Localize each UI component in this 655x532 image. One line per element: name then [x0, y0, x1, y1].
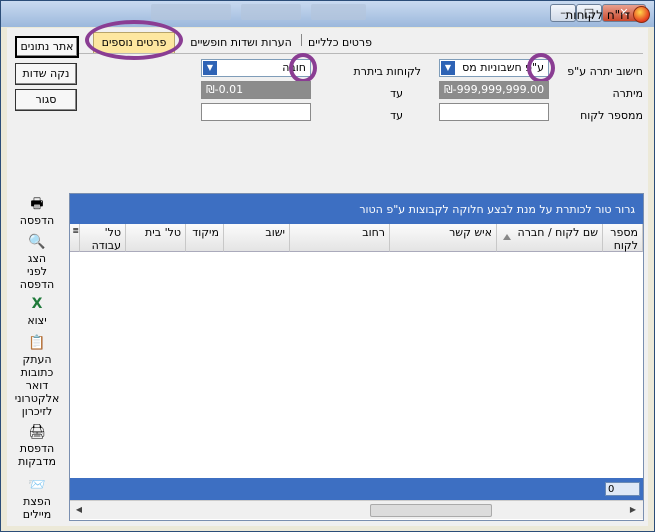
col-label: ישוב	[265, 226, 285, 239]
title-bar: – □ ✕ דו"ח לקוחות	[1, 1, 654, 27]
print-labels-label: הדפסת מדבקות	[18, 442, 56, 468]
to-client-input[interactable]	[201, 103, 311, 121]
send-mail-label: הפצת מיילים	[22, 495, 52, 521]
tab-separator	[301, 34, 302, 46]
excel-icon: X	[31, 296, 43, 312]
grid-body[interactable]	[70, 252, 643, 478]
report-window: – □ ✕ דו"ח לקוחות פרטים כלליים הערות ושד…	[0, 0, 655, 532]
highlight-circle	[85, 20, 183, 60]
results-grid: גרור טור לכותרת על מנת לבצע חלוקה לקבוצו…	[69, 193, 644, 521]
to-balance-field[interactable]: ₪-0.01	[201, 81, 311, 99]
close-dialog-button[interactable]: סגור	[15, 89, 77, 111]
mail-send-icon: 📨	[28, 477, 46, 493]
export-tool[interactable]: X יצוא	[7, 296, 67, 327]
main-area: פרטים כלליים הערות ושדות חופשיים פרטים נ…	[7, 20, 648, 526]
col-work-phone[interactable]: טל' עבודה	[80, 224, 126, 252]
horizontal-scrollbar[interactable]: ◀ ▶	[70, 500, 643, 519]
background-tab	[151, 4, 231, 20]
summary-bar	[70, 478, 643, 500]
scroll-thumb[interactable]	[370, 504, 492, 517]
tab-notes[interactable]: הערות ושדות חופשיים	[183, 33, 299, 53]
from-client-input[interactable]	[439, 103, 549, 121]
fetch-data-button[interactable]: אתר נתונים	[15, 36, 79, 58]
print-tool[interactable]: 🖶 הדפסה	[7, 196, 67, 227]
col-label: טל' עבודה	[91, 226, 121, 252]
scroll-right-icon[interactable]: ▶	[626, 503, 640, 517]
window-title: דו"ח לקוחות	[565, 8, 630, 22]
col-city[interactable]: ישוב	[224, 224, 290, 252]
app-icon	[633, 6, 650, 23]
to-balance-value: ₪-0.01	[206, 83, 244, 96]
from-balance-label: מיתרה	[612, 87, 643, 100]
copy-email-icon: 📋	[28, 335, 46, 351]
col-client-name[interactable]: שם לקוח / חברה	[497, 224, 603, 252]
sort-icon	[503, 234, 511, 240]
export-label: יצוא	[27, 314, 47, 327]
from-balance-field[interactable]: ₪-999,999,999.00	[439, 81, 549, 99]
col-label: מספר לקוח	[610, 226, 638, 252]
tab-general[interactable]: פרטים כלליים	[305, 33, 375, 53]
column-chooser[interactable]: ≣	[70, 224, 80, 252]
copy-email-label: העתק כתובות דואר אלקטרוני לזיכרון	[14, 353, 60, 418]
to-client-label: עד	[390, 109, 403, 122]
background-tab	[311, 4, 366, 20]
printer-icon: 🖶	[30, 196, 44, 212]
col-label: טל' בית	[145, 226, 181, 239]
col-label: איש קשר	[449, 226, 492, 239]
label-printer-icon: 🖨	[28, 424, 46, 440]
from-client-label: ממספר לקוח	[580, 109, 643, 122]
to-balance-label: עד	[390, 87, 403, 100]
record-count: 0	[605, 482, 640, 496]
chevron-down-icon[interactable]: ▼	[203, 61, 217, 75]
col-client-number[interactable]: מספר לקוח	[603, 224, 643, 252]
col-street[interactable]: רחוב	[290, 224, 390, 252]
group-by-bar[interactable]: גרור טור לכותרת על מנת לבצע חלוקה לקבוצו…	[70, 194, 643, 225]
preview-icon: 🔍	[28, 234, 46, 250]
chevron-down-icon[interactable]: ▼	[441, 61, 455, 75]
scroll-left-icon[interactable]: ◀	[72, 503, 86, 517]
col-label: רחוב	[362, 226, 385, 239]
background-tab	[241, 4, 301, 20]
col-label: מיקוד	[192, 226, 219, 239]
col-home-phone[interactable]: טל' בית	[126, 224, 186, 252]
from-balance-value: ₪-999,999,999.00	[444, 83, 545, 96]
preview-tool[interactable]: 🔍 הצג לפני הדפסה	[7, 234, 67, 291]
highlight-circle	[289, 53, 317, 83]
column-chooser-icon: ≣	[72, 226, 79, 235]
col-contact[interactable]: איש קשר	[390, 224, 497, 252]
print-label: הדפסה	[19, 214, 55, 227]
clear-fields-button[interactable]: נקה שדות	[15, 63, 77, 85]
highlight-circle	[527, 53, 555, 83]
preview-label: הצג לפני הדפסה	[19, 252, 55, 291]
col-label: שם לקוח / חברה	[517, 226, 598, 239]
send-mail-tool[interactable]: 📨 הפצת מיילים	[7, 477, 67, 521]
calc-label: חישוב יתרה ע"פ	[567, 65, 643, 78]
copy-email-tool[interactable]: 📋 העתק כתובות דואר אלקטרוני לזיכרון	[7, 335, 67, 418]
col-zip[interactable]: מיקוד	[186, 224, 224, 252]
print-labels-tool[interactable]: 🖨 הדפסת מדבקות	[7, 424, 67, 468]
balance-clients-label: לקוחות ביתרת	[353, 65, 421, 78]
group-hint: גרור טור לכותרת על מנת לבצע חלוקה לקבוצו…	[359, 203, 635, 216]
